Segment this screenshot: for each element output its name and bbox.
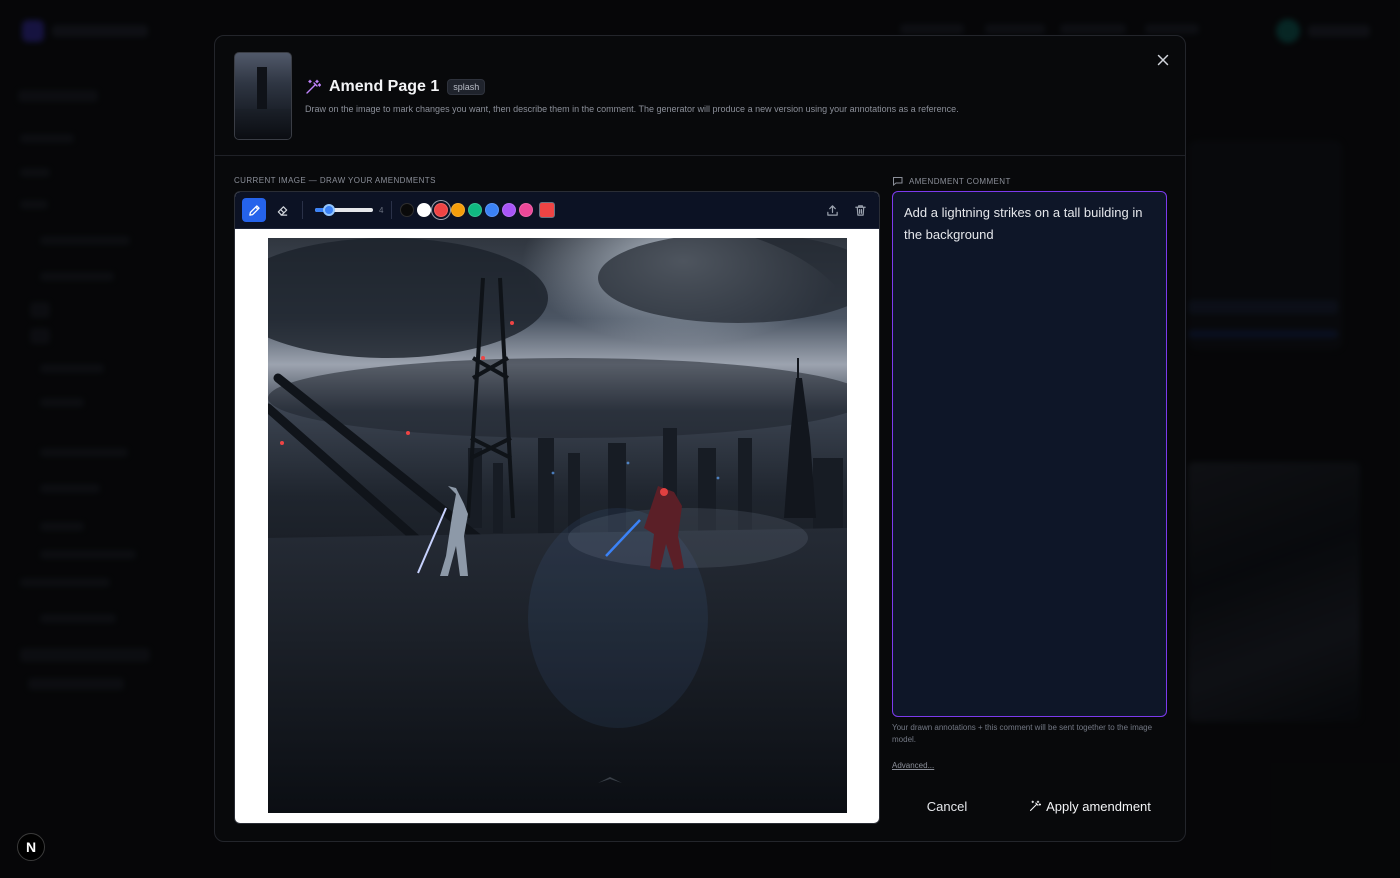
upload-icon [826,204,838,216]
color-swatch-7[interactable] [502,203,517,217]
eraser-tool-button[interactable] [270,198,294,222]
apply-amendment-label: Apply amendment [1046,798,1151,814]
close-icon [1157,54,1169,66]
page-type-tag: splash [447,79,486,95]
advanced-options-link[interactable]: Advanced... [892,761,934,770]
brush-size-value: 4 [379,205,384,215]
comment-hint: Your drawn annotations + this comment wi… [892,723,1153,744]
next-dev-badge-label: N [25,839,37,855]
modal-title-row: Amend Page 1 splash [305,78,486,96]
close-button[interactable] [1154,51,1172,69]
export-button[interactable] [823,200,841,220]
toolbar-divider [391,201,393,219]
eraser-icon [277,205,287,216]
pencil-tool-button[interactable] [242,198,266,222]
color-swatch-1[interactable] [400,203,415,217]
color-swatch-5[interactable] [468,203,483,217]
canvas-section-label: CURRENT IMAGE — DRAW YOUR AMENDMENTS [234,176,436,185]
amend-modal: Amend Page 1 splash Draw on the image to… [214,35,1186,842]
color-swatch-4[interactable] [451,203,466,217]
color-swatches [400,203,534,217]
drawing-canvas[interactable] [268,238,847,813]
modal-header: Amend Page 1 splash Draw on the image to… [215,36,1185,156]
advanced-options-label: Advanced... [892,761,935,770]
toolbar-actions [823,200,869,220]
drawing-toolbar: 4 [235,192,879,229]
pencil-icon [248,204,260,216]
toolbar-divider [302,201,303,219]
clear-canvas-button[interactable] [851,200,869,220]
drawing-panel: 4 [234,191,880,824]
comment-section-text: AMENDMENT COMMENT [909,176,1011,186]
modal-description: Draw on the image to mark changes you wa… [305,104,959,114]
modal-title: Amend Page 1 [329,78,440,95]
next-dev-badge[interactable]: N [17,833,45,861]
brush-size-slider[interactable] [315,200,373,220]
trash-icon [854,204,866,216]
color-swatch-3[interactable] [434,203,449,217]
custom-color-picker[interactable] [539,202,556,218]
page-thumbnail [234,52,292,140]
comment-icon [893,177,903,186]
magic-wand-icon [1030,800,1042,812]
color-swatch-2[interactable] [417,203,432,217]
magic-wand-icon [306,79,321,94]
color-swatch-6[interactable] [485,203,500,217]
amendment-comment-input[interactable]: Add a lightning strikes on a tall buildi… [892,191,1167,717]
comment-section-label: AMENDMENT COMMENT [892,176,1011,186]
apply-amendment-button[interactable]: Apply amendment [1020,793,1160,819]
brush-size-handle[interactable] [323,204,335,216]
color-swatch-8[interactable] [519,203,534,217]
current-page-image [268,238,847,813]
cancel-button[interactable]: Cancel [912,793,982,819]
